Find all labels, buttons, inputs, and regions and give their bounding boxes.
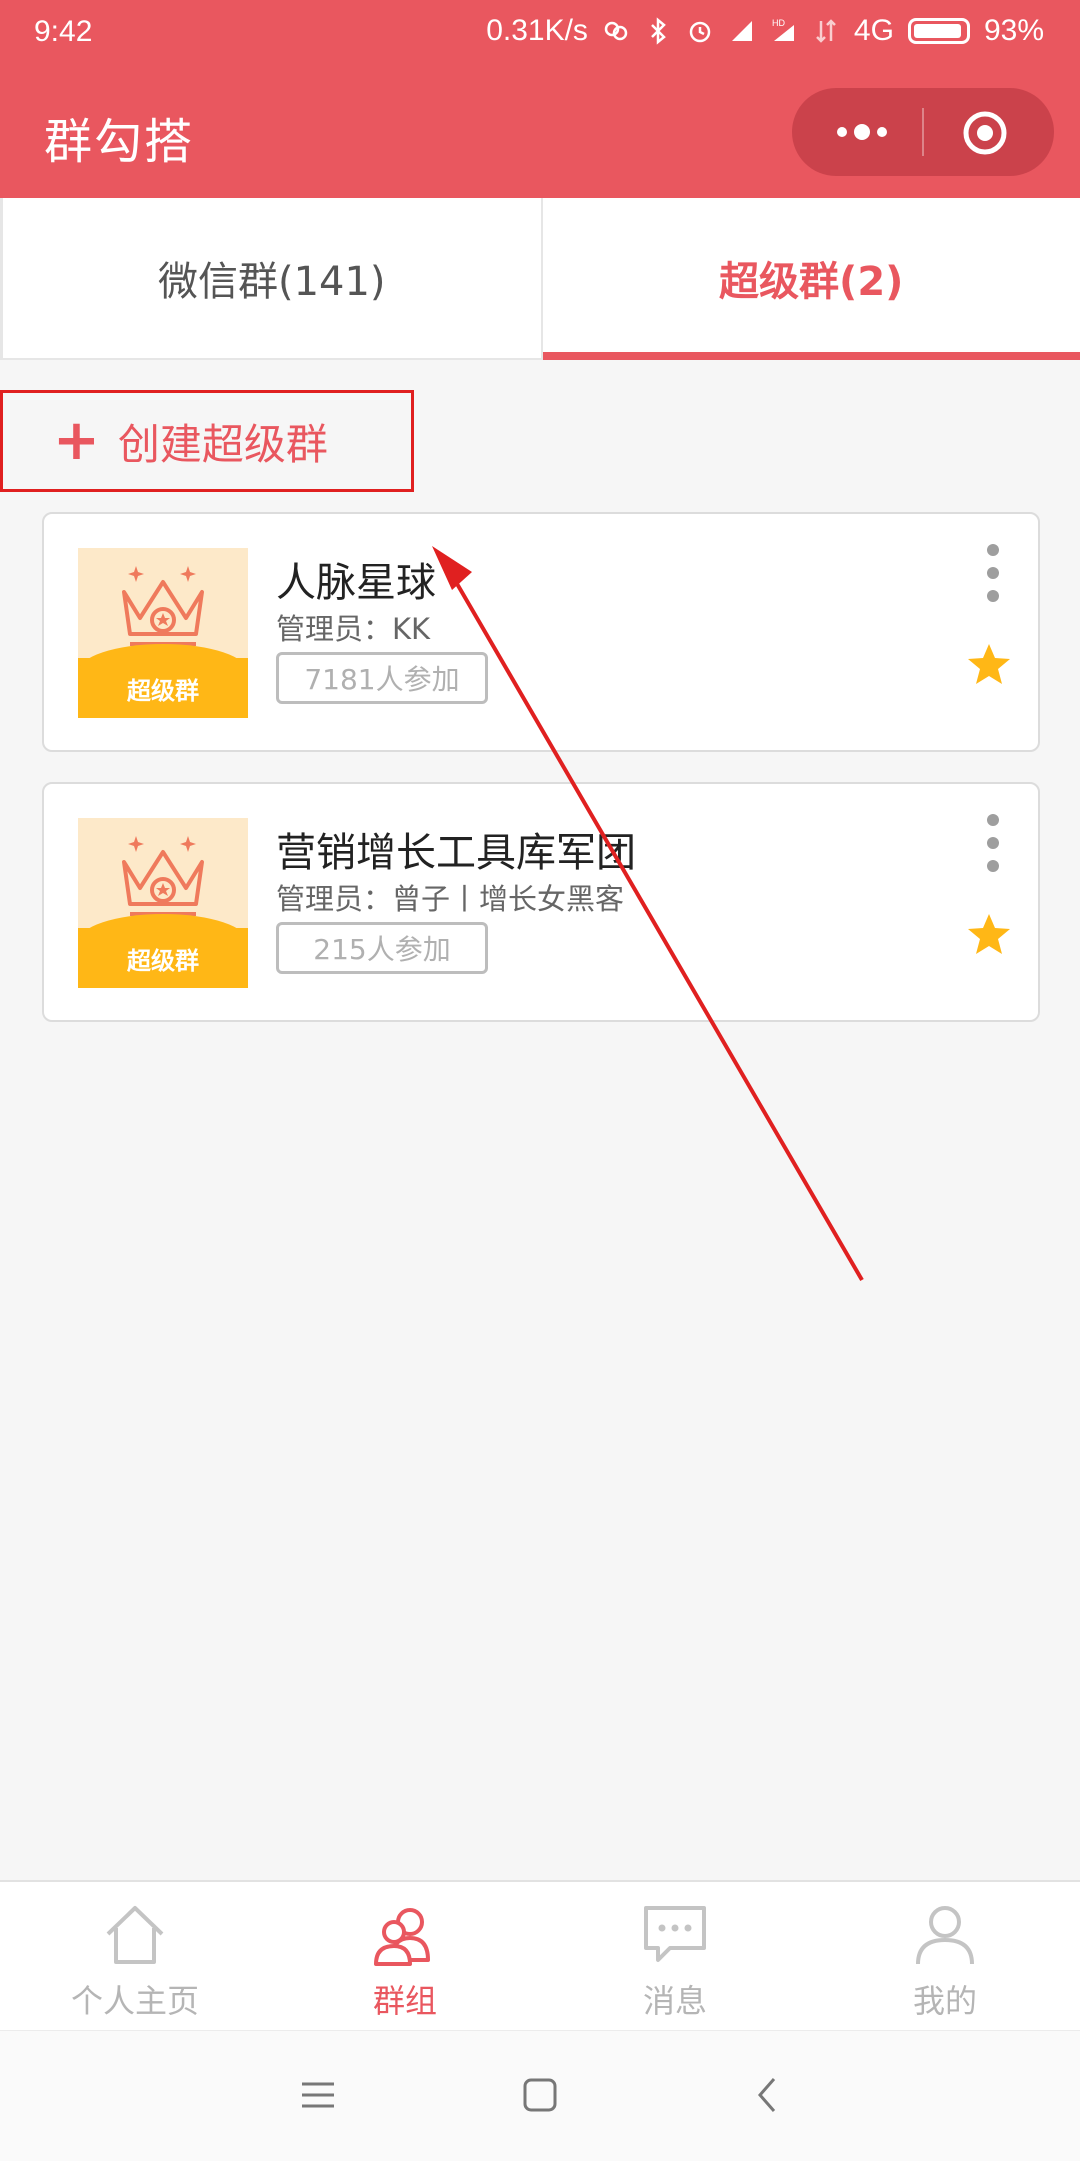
home-icon	[100, 1900, 170, 1970]
signal-icon	[728, 17, 756, 45]
svg-text:HD: HD	[772, 18, 785, 28]
more-options-icon[interactable]	[986, 814, 1000, 876]
member-count-badge: 7181人参加	[276, 652, 488, 704]
network-type: 4G	[854, 14, 894, 48]
nav-home-label: 个人主页	[71, 1976, 199, 2022]
nav-messages-label: 消息	[643, 1976, 707, 2022]
super-group-thumbnail: 超级群	[78, 548, 248, 718]
member-count-badge: 215人参加	[276, 922, 488, 974]
create-super-group-button[interactable]: + 创建超级群	[0, 390, 414, 492]
battery-icon	[908, 18, 970, 44]
nav-messages[interactable]: 消息	[540, 1882, 810, 2032]
crown-icon	[116, 562, 210, 654]
close-miniprogram-icon[interactable]	[962, 110, 1008, 156]
group-admin: 管理员：曾子丨增长女黑客	[276, 876, 624, 918]
status-bar: 9:42 0.31K/s HD 4G 93%	[0, 0, 1080, 66]
net-speed: 0.31K/s	[486, 14, 588, 48]
tab-wechat-groups[interactable]: 微信群(141)	[0, 198, 543, 358]
nav-profile-label: 我的	[913, 1976, 977, 2022]
link-icon	[602, 17, 630, 45]
more-options-icon[interactable]	[986, 544, 1000, 606]
nav-profile[interactable]: 我的	[810, 1882, 1080, 2032]
more-icon[interactable]	[832, 112, 892, 152]
group-tabs: 微信群(141) 超级群(2)	[0, 198, 1080, 360]
nav-groups[interactable]: 群组	[270, 1882, 540, 2032]
group-card[interactable]: 超级群 营销增长工具库军团 管理员：曾子丨增长女黑客 215人参加	[42, 782, 1040, 1022]
group-admin: 管理员：KK	[276, 606, 430, 648]
tab-super-groups[interactable]: 超级群(2)	[543, 198, 1080, 358]
group-name: 营销增长工具库军团	[276, 820, 636, 878]
create-button-label: 创建超级群	[118, 411, 328, 472]
signal-hd-icon: HD	[770, 17, 798, 45]
nav-groups-label: 群组	[373, 1976, 437, 2022]
status-indicators: 0.31K/s HD 4G 93%	[486, 14, 1044, 48]
plus-icon: +	[53, 413, 100, 469]
bluetooth-icon	[644, 17, 672, 45]
data-transfer-icon	[812, 17, 840, 45]
bottom-nav: 个人主页 群组 消息 我的	[0, 1880, 1080, 2032]
miniprogram-capsule	[792, 88, 1054, 176]
menu-icon[interactable]	[298, 2075, 338, 2115]
super-group-thumbnail: 超级群	[78, 818, 248, 988]
star-icon[interactable]	[966, 642, 1012, 686]
system-nav-bar	[0, 2030, 1080, 2161]
star-icon[interactable]	[966, 912, 1012, 956]
super-group-ribbon: 超级群	[78, 928, 248, 988]
super-group-ribbon: 超级群	[78, 658, 248, 718]
page-title: 群勾搭	[44, 102, 194, 172]
group-card[interactable]: 超级群 人脉星球 管理员：KK 7181人参加	[42, 512, 1040, 752]
nav-home[interactable]: 个人主页	[0, 1882, 270, 2032]
crown-icon	[116, 832, 210, 924]
app-header: 群勾搭	[0, 66, 1080, 198]
home-button-icon[interactable]	[520, 2075, 560, 2115]
battery-level: 93%	[984, 14, 1044, 48]
back-icon[interactable]	[748, 2075, 788, 2115]
alarm-icon	[686, 17, 714, 45]
status-time: 9:42	[34, 15, 92, 49]
message-icon	[640, 1900, 710, 1970]
group-name: 人脉星球	[276, 550, 436, 608]
profile-icon	[910, 1900, 980, 1970]
capsule-divider	[922, 108, 924, 156]
group-icon	[370, 1900, 440, 1970]
